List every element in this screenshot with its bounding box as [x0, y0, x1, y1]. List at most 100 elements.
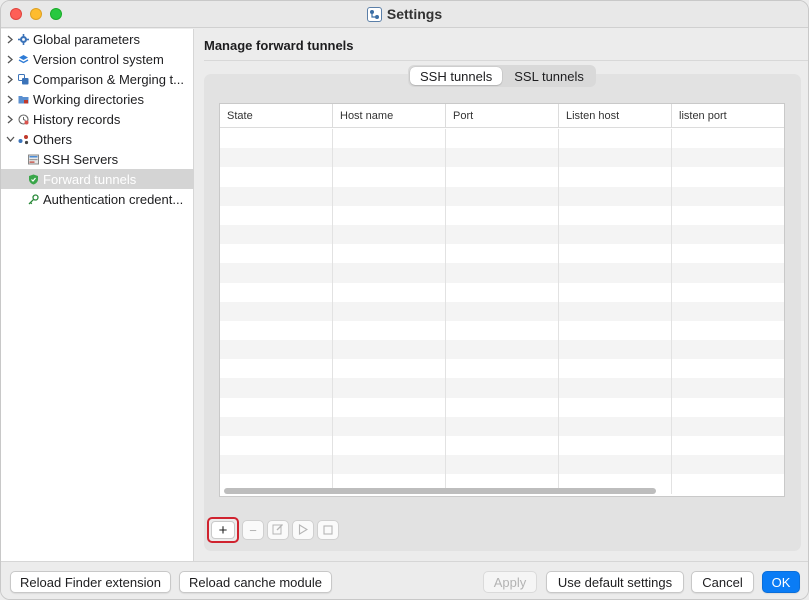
chevron-right-icon[interactable]	[5, 54, 15, 64]
table-cell	[672, 225, 784, 244]
cancel-button[interactable]: Cancel	[691, 571, 754, 593]
table-cell	[672, 359, 784, 378]
chevron-right-icon[interactable]	[5, 74, 15, 84]
sidebar-item-ssh-servers[interactable]: SSH Servers	[1, 149, 194, 169]
tab-ssh-tunnels[interactable]: SSH tunnels	[410, 67, 503, 85]
table-cell	[446, 359, 559, 379]
table-cell	[220, 359, 333, 379]
use-default-settings-button[interactable]: Use default settings	[546, 571, 684, 593]
table-cell	[333, 359, 446, 379]
tab-ssl-tunnels[interactable]: SSL tunnels	[504, 67, 594, 85]
column-header-state[interactable]: State	[220, 104, 333, 128]
table-cell	[559, 263, 672, 283]
add-tunnel-button[interactable]: +	[207, 517, 239, 543]
table-cell	[446, 167, 559, 187]
dialog-footer: Reload Finder extension Reload canche mo…	[1, 561, 808, 599]
table-cell	[559, 186, 672, 206]
table-cell	[672, 340, 784, 359]
table-row	[220, 224, 784, 245]
sidebar-item-authentication-credentials[interactable]: Authentication credent...	[1, 189, 194, 209]
stop-tunnel-button[interactable]	[317, 520, 339, 540]
reload-module-button[interactable]: Reload canche module	[179, 571, 332, 593]
edit-icon	[272, 523, 284, 538]
app-icon	[366, 6, 382, 22]
sidebar-item-others[interactable]: Others	[1, 129, 194, 149]
chevron-right-icon[interactable]	[5, 94, 15, 104]
sidebar-item-working-directories[interactable]: Working directories	[1, 89, 194, 109]
column-header-listen-host[interactable]: Listen host	[559, 104, 672, 128]
ok-button[interactable]: OK	[762, 571, 800, 593]
sidebar-item-version-control[interactable]: Version control system	[1, 49, 194, 69]
window-controls	[10, 8, 62, 20]
table-cell	[220, 301, 333, 321]
sidebar-item-history-records[interactable]: History records	[1, 109, 194, 129]
table-row	[220, 205, 784, 225]
column-header-port[interactable]: Port	[446, 104, 559, 128]
column-header-host-name[interactable]: Host name	[333, 104, 446, 128]
table-cell	[333, 397, 446, 417]
apply-button[interactable]: Apply	[483, 571, 537, 593]
table-cell	[672, 436, 784, 455]
table-cell	[333, 436, 446, 456]
section-title: Manage forward tunnels	[204, 38, 354, 53]
table-row	[220, 301, 784, 321]
table-cell	[333, 129, 446, 149]
table-cell	[446, 378, 559, 398]
sidebar-item-label: SSH Servers	[43, 151, 119, 167]
table-cell	[559, 205, 672, 225]
table-cell	[446, 263, 559, 283]
sidebar-item-forward-tunnels[interactable]: Forward tunnels	[1, 169, 194, 189]
table-cell	[446, 186, 559, 206]
table-cell	[333, 416, 446, 436]
table-cell	[446, 416, 559, 436]
close-window-button[interactable]	[10, 8, 22, 20]
table-row	[220, 455, 784, 475]
table-cell	[559, 224, 672, 245]
table-cell	[220, 244, 333, 264]
table-cell	[220, 167, 333, 187]
table-cell	[446, 455, 559, 475]
sidebar-item-comparison-merging[interactable]: Comparison & Merging t...	[1, 69, 194, 89]
table-cell	[333, 263, 446, 283]
table-row	[220, 320, 784, 341]
table-row	[220, 263, 784, 283]
section-divider	[204, 60, 808, 61]
table-cell	[220, 129, 333, 149]
table-cell	[672, 244, 784, 263]
table-cell	[559, 397, 672, 417]
sidebar-item-label: Others	[33, 131, 73, 147]
sidebar-item-global-parameters[interactable]: Global parameters	[1, 29, 194, 49]
minimize-window-button[interactable]	[30, 8, 42, 20]
table-cell	[333, 455, 446, 475]
gear-icon	[18, 33, 29, 45]
table-cell	[220, 455, 333, 475]
sidebar-item-label: Authentication credent...	[43, 191, 184, 207]
table-cell	[559, 320, 672, 341]
chevron-right-icon[interactable]	[5, 34, 15, 44]
start-tunnel-button[interactable]	[292, 520, 314, 540]
table-cell	[672, 283, 784, 302]
table-cell	[333, 224, 446, 245]
table-header: State Host name Port Listen host listen …	[220, 104, 784, 128]
edit-tunnel-button[interactable]	[267, 520, 289, 540]
table-row	[220, 167, 784, 187]
maximize-window-button[interactable]	[50, 8, 62, 20]
chevron-right-icon[interactable]	[5, 114, 15, 124]
sidebar-item-label: Working directories	[33, 91, 145, 107]
table-cell	[672, 148, 784, 167]
chevron-down-icon[interactable]	[5, 134, 15, 144]
table-cell	[446, 397, 559, 417]
horizontal-scrollbar[interactable]	[224, 488, 656, 494]
table-cell	[333, 167, 446, 187]
remove-tunnel-button[interactable]: −	[242, 520, 264, 540]
column-header-listen-port[interactable]: listen port	[672, 104, 784, 128]
sidebar-item-label: Comparison & Merging t...	[33, 71, 185, 87]
reload-finder-extension-button[interactable]: Reload Finder extension	[10, 571, 171, 593]
sidebar-item-label: Version control system	[33, 51, 164, 67]
tunnels-table[interactable]: State Host name Port Listen host listen …	[219, 103, 785, 497]
others-icon	[18, 134, 29, 145]
sidebar-item-label: Forward tunnels	[43, 171, 137, 187]
table-row	[220, 436, 784, 456]
table-cell	[446, 129, 559, 149]
table-cell	[446, 301, 559, 321]
